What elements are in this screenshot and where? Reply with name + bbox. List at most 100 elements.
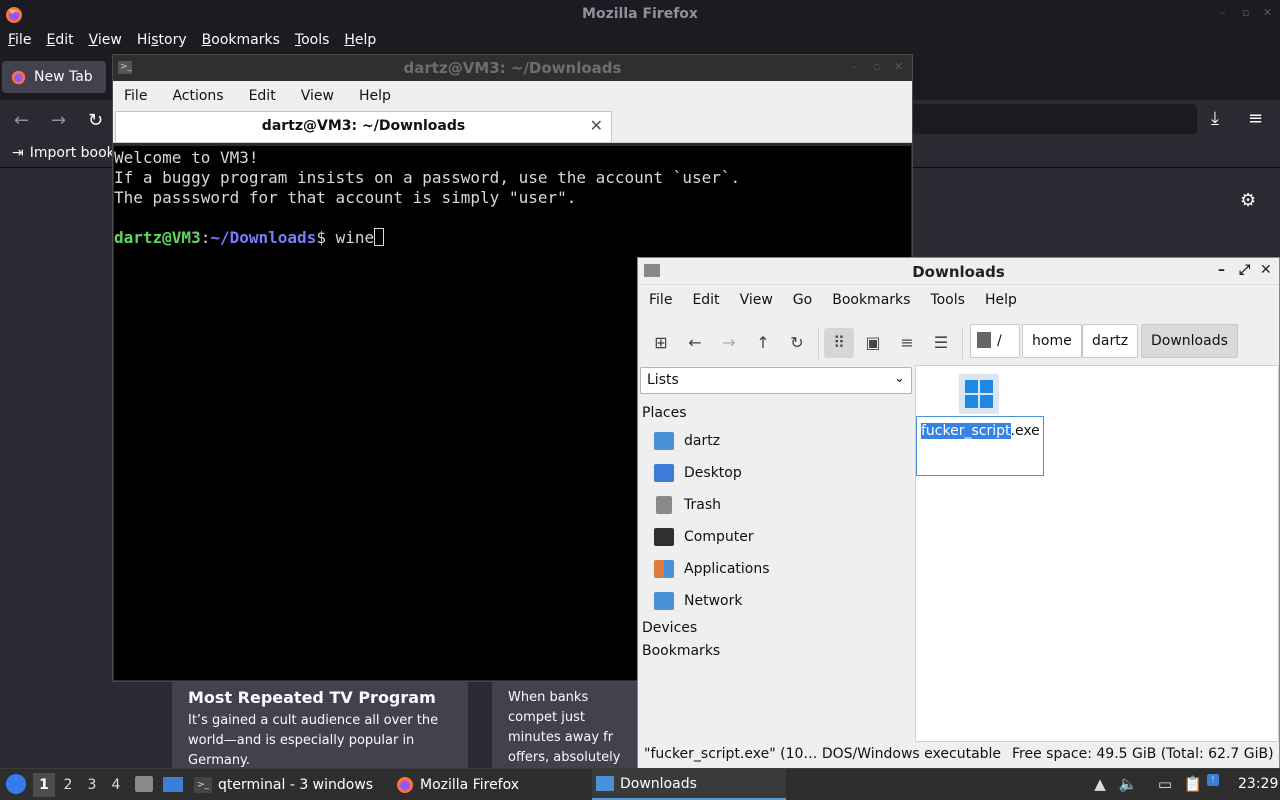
forward-icon[interactable]: → [714, 328, 744, 358]
maximize-icon[interactable]: ▫ [1242, 7, 1252, 18]
terminal-icon: >_ [194, 776, 212, 793]
clock[interactable]: 23:29 [1238, 776, 1278, 792]
place-trash[interactable]: Trash [654, 493, 721, 517]
menu-file[interactable]: File [0, 29, 38, 54]
terminal-prompt-line: dartz@VM3:~/Downloads$ wine [114, 228, 911, 248]
thumbnail-view-icon[interactable]: ▣ [858, 328, 888, 358]
minimize-icon[interactable]: – [851, 60, 857, 73]
file-item[interactable]: fucker_script.exe [916, 416, 1044, 476]
new-tab-icon[interactable]: ⊞ [646, 328, 676, 358]
terminal-menu-actions[interactable]: Actions [164, 88, 231, 104]
fm-menu-edit[interactable]: Edit [685, 292, 726, 308]
place-desktop[interactable]: Desktop [654, 461, 742, 485]
fm-menu-view[interactable]: View [733, 292, 780, 308]
windows-executable-icon[interactable] [959, 374, 999, 414]
places-header[interactable]: Places [642, 405, 687, 421]
start-menu-icon[interactable] [6, 774, 26, 794]
close-icon[interactable]: ✕ [1260, 262, 1272, 278]
terminal-menu-view[interactable]: View [293, 88, 342, 104]
place-label: Computer [684, 529, 754, 545]
network-tray-icon[interactable]: ▭ [1155, 775, 1175, 795]
devices-header[interactable]: Devices [642, 620, 697, 636]
side-pane-mode-select[interactable]: Lists ⌄ [640, 367, 912, 394]
firefox-titlebar: Mozilla Firefox – ▫ ✕ [0, 0, 1280, 29]
back-icon[interactable]: ← [680, 328, 710, 358]
fm-menu-bookmarks[interactable]: Bookmarks [825, 292, 917, 308]
file-manager-launcher-icon[interactable] [135, 776, 153, 792]
compact-view-icon[interactable]: ≡ [892, 328, 922, 358]
reload-icon[interactable]: ↻ [782, 328, 812, 358]
fm-menu-tools[interactable]: Tools [923, 292, 972, 308]
file-view[interactable]: fucker_script.exe [915, 365, 1279, 742]
minimize-icon[interactable]: – [1220, 7, 1230, 18]
workspace-4[interactable]: 4 [105, 773, 127, 797]
folder-icon [596, 776, 614, 791]
menu-edit[interactable]: Edit [38, 29, 80, 54]
place-dartz[interactable]: dartz [654, 429, 720, 453]
story-card[interactable]: When banks compet just minutes away fr o… [492, 680, 652, 775]
detailed-view-icon[interactable]: ☰ [926, 328, 956, 358]
gear-icon[interactable]: ⚙ [1240, 190, 1256, 211]
close-icon[interactable]: ✕ [894, 60, 903, 73]
notification-icon[interactable]: ! [1207, 774, 1219, 786]
terminal-titlebar: >_ dartz@VM3: ~/Downloads – ▫ ✕ [113, 55, 912, 81]
close-tab-icon[interactable]: ✕ [590, 116, 603, 135]
task-label: Downloads [620, 775, 697, 792]
task-firefox[interactable]: Mozilla Firefox [392, 769, 588, 800]
task-downloads[interactable]: Downloads [592, 769, 786, 800]
menu-view[interactable]: View [81, 29, 129, 54]
forward-icon[interactable]: → [51, 110, 66, 131]
maximize-icon[interactable]: ⤢ [1239, 262, 1250, 278]
fm-menu-go[interactable]: Go [786, 292, 819, 308]
tray-arrow-icon[interactable]: ▲ [1090, 775, 1110, 795]
volume-icon[interactable]: 🔈 [1118, 775, 1138, 795]
terminal-menu-edit[interactable]: Edit [241, 88, 284, 104]
file-name-editor[interactable]: fucker_script.exe [921, 423, 1040, 439]
menu-tools[interactable]: Tools [287, 29, 337, 54]
minimize-icon[interactable]: – [1218, 262, 1225, 278]
workspace-2[interactable]: 2 [57, 773, 79, 797]
hamburger-menu-icon[interactable]: ≡ [1248, 108, 1263, 129]
import-icon: ⇥ [12, 145, 24, 161]
workspace-1[interactable]: 1 [33, 773, 55, 797]
maximize-icon[interactable]: ▫ [873, 60, 880, 73]
terminal-line: The passsword for that account is simply… [114, 188, 577, 207]
terminal-menu-help[interactable]: Help [351, 88, 399, 104]
url-bar[interactable] [912, 104, 1197, 134]
status-free-space: Free space: 49.5 GiB (Total: 62.7 GiB) [1012, 746, 1274, 762]
show-desktop-icon[interactable] [163, 777, 183, 792]
terminal-tab[interactable]: dartz@VM3: ~/Downloads ✕ [115, 111, 612, 142]
fm-menu-help[interactable]: Help [978, 292, 1024, 308]
workspace-3[interactable]: 3 [81, 773, 103, 797]
menu-help[interactable]: Help [336, 29, 383, 54]
place-label: Applications [684, 561, 770, 577]
bookmarks-header[interactable]: Bookmarks [642, 643, 720, 659]
breadcrumb-dartz[interactable]: dartz [1082, 324, 1139, 358]
menu-bookmarks[interactable]: Bookmarks [194, 29, 287, 54]
tab-new-tab[interactable]: New Tab [2, 61, 106, 93]
breadcrumb-home[interactable]: home [1022, 324, 1082, 358]
download-icon[interactable]: ⤓ [1211, 108, 1219, 129]
place-network[interactable]: Network [654, 589, 742, 613]
drive-icon [977, 332, 991, 348]
story-card[interactable]: Most Repeated TV Program It’s gained a c… [172, 680, 468, 775]
breadcrumb-root[interactable]: / [970, 324, 1020, 358]
breadcrumb-downloads[interactable]: Downloads [1141, 324, 1238, 358]
menu-history[interactable]: History [129, 29, 194, 54]
icon-view-icon[interactable]: ⠿ [824, 328, 854, 358]
window-title: Mozilla Firefox [582, 6, 698, 22]
reload-icon[interactable]: ↻ [88, 110, 103, 131]
terminal-menu-file[interactable]: File [116, 88, 155, 104]
place-applications[interactable]: Applications [654, 557, 770, 581]
up-icon[interactable]: ↑ [748, 328, 778, 358]
back-icon[interactable]: ← [14, 110, 29, 131]
prompt-user: dartz@VM3 [114, 228, 201, 247]
clipboard-icon[interactable]: 📋 [1183, 775, 1203, 795]
import-bookmarks-button[interactable]: ⇥ Import book [12, 145, 115, 161]
firefox-tab-icon [11, 70, 26, 84]
task-qterminal[interactable]: >_ qterminal - 3 windows [190, 769, 386, 800]
place-computer[interactable]: Computer [654, 525, 754, 549]
close-icon[interactable]: ✕ [1263, 7, 1273, 18]
fm-menu-file[interactable]: File [642, 292, 679, 308]
place-label: Desktop [684, 465, 742, 481]
